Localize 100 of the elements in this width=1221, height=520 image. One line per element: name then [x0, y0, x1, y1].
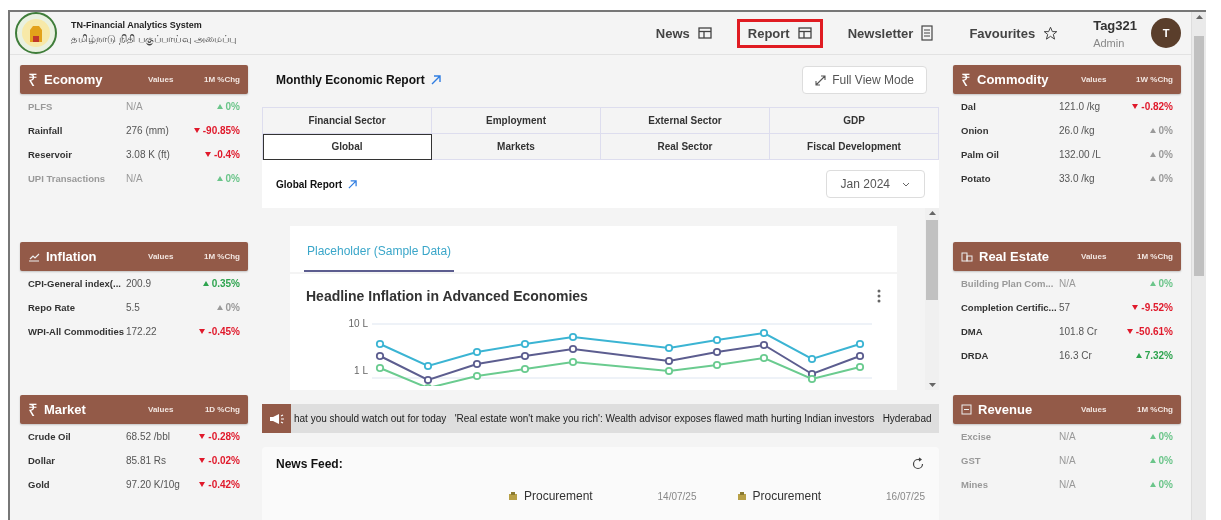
news-date: 14/07/25	[657, 490, 697, 502]
scroll-down-icon[interactable]	[928, 383, 936, 387]
percent-change: -0.82%	[1117, 100, 1173, 112]
page-scrollbar[interactable]	[1191, 12, 1206, 520]
percent-change: -90.85%	[184, 124, 240, 136]
scroll-up-icon[interactable]	[928, 211, 936, 215]
sector-tab[interactable]: Employment	[432, 108, 601, 134]
panel-title: Revenue	[978, 402, 1034, 417]
sector-tab[interactable]: Financial Sector	[263, 108, 432, 134]
axis-label: 1 L	[354, 365, 368, 376]
percent-change: 0%	[1117, 277, 1173, 289]
indicator-value: 101.8 Cr	[1059, 325, 1099, 337]
sector-tab[interactable]: Global	[263, 134, 432, 160]
indicator-value: N/A	[126, 100, 144, 112]
percent-change: 7.32%	[1117, 349, 1173, 361]
down-triangle-icon	[199, 481, 206, 487]
indicator-name: Dollar	[28, 454, 56, 466]
up-triangle-icon	[1135, 352, 1142, 358]
indicator-name: Dal	[961, 100, 977, 112]
sector-tab[interactable]: Real Sector	[601, 134, 770, 160]
external-link-icon[interactable]	[430, 75, 441, 85]
up-triangle-icon	[1149, 175, 1156, 181]
down-triangle-icon	[204, 151, 211, 157]
indicator-name: Repo Rate	[28, 301, 76, 313]
column-header: 1M %Chg	[1136, 252, 1173, 261]
news-category: Procurement	[524, 489, 593, 503]
indicator-name: Building Plan Com...	[961, 277, 1055, 289]
percent-change: -0.28%	[184, 430, 240, 442]
percent-change: -0.42%	[184, 478, 240, 490]
rupee-icon: ₹	[28, 398, 38, 421]
indicator-value: 26.0 /kg	[1059, 124, 1096, 136]
rupee-icon: ₹	[961, 68, 971, 91]
down-triangle-icon	[1132, 304, 1139, 310]
indicator-name: Palm Oil	[961, 148, 1000, 160]
nav-link[interactable]: Favourites	[958, 18, 1070, 48]
more-options-icon[interactable]	[877, 289, 881, 303]
refresh-icon[interactable]	[911, 457, 925, 471]
app-title: TN-Financial Analytics System	[71, 20, 203, 30]
report-subtitle: Global Report	[276, 178, 358, 190]
user-avatar[interactable]: T	[1151, 18, 1181, 48]
column-header: Values	[1081, 75, 1108, 84]
building-icon	[961, 251, 973, 262]
column-header: Values	[148, 252, 175, 261]
indicator-value: N/A	[126, 172, 144, 184]
indicator-name: Mines	[961, 478, 989, 490]
panel-title: Inflation	[46, 249, 98, 264]
panel-title: Market	[44, 402, 87, 417]
scroll-up-icon[interactable]	[1195, 15, 1203, 19]
indicator-value: 3.08 K (ft)	[126, 148, 171, 160]
sector-tab[interactable]: Fiscal Development	[770, 134, 939, 160]
sector-tab[interactable]: Markets	[432, 134, 601, 160]
document-icon	[921, 25, 934, 41]
nav-link[interactable]: News	[644, 18, 723, 48]
indicator-value: N/A	[1059, 454, 1077, 466]
column-header: 1M %Chg	[203, 252, 240, 261]
indicator-name: Onion	[961, 124, 990, 136]
percent-change: 0%	[1117, 478, 1173, 490]
down-triangle-icon	[1126, 328, 1133, 334]
rupee-icon: ₹	[28, 68, 38, 91]
indicator-name: Rainfall	[28, 124, 64, 136]
indicator-value: 16.3 Cr	[1059, 349, 1093, 361]
expand-icon	[815, 74, 827, 86]
indicator-name: Excise	[961, 430, 993, 442]
up-triangle-icon	[202, 280, 209, 286]
indicator-value: 172.22	[126, 325, 158, 337]
nav-link[interactable]: Report	[736, 18, 823, 48]
panel-title: Commodity	[977, 72, 1050, 87]
indicator-value: N/A	[1059, 478, 1077, 490]
indicator-value: 57	[1059, 301, 1072, 313]
up-triangle-icon	[1149, 481, 1156, 487]
column-header: Values	[1081, 252, 1108, 261]
column-header: 1M %Chg	[1136, 405, 1173, 414]
indicator-value: 200.9	[126, 277, 153, 289]
full-view-button[interactable]: Full View Mode	[802, 66, 927, 94]
percent-change: 0%	[184, 301, 240, 313]
up-triangle-icon	[216, 103, 223, 109]
up-triangle-icon	[216, 304, 223, 310]
sector-tab[interactable]: GDP	[770, 108, 939, 134]
indicator-name: PLFS	[28, 100, 54, 112]
percent-change: -0.45%	[184, 325, 240, 337]
percent-change: 0%	[1117, 454, 1173, 466]
external-link-icon[interactable]	[348, 179, 358, 189]
down-triangle-icon	[199, 433, 206, 439]
user-name: Tag321	[1093, 17, 1137, 33]
sector-tab[interactable]: External Sector	[601, 108, 770, 134]
down-triangle-icon	[199, 328, 206, 334]
down-triangle-icon	[199, 457, 206, 463]
indicator-name: DMA	[961, 325, 984, 337]
percent-change: 0%	[1117, 124, 1173, 136]
chevron-down-icon	[902, 181, 910, 187]
column-header: Values	[1081, 405, 1108, 414]
up-triangle-icon	[1149, 433, 1156, 439]
indicator-value: N/A	[1059, 277, 1077, 289]
news-date: 16/07/25	[886, 490, 925, 502]
megaphone-icon	[262, 404, 291, 433]
news-ticker: hat you should watch out for today 'Real estate won't make you rich': Wealth advisor exposes flawed math hurting Indian investors Hyderabad	[294, 413, 932, 424]
nav-link[interactable]: Newsletter	[836, 18, 945, 48]
scrollbar[interactable]	[925, 208, 939, 390]
month-dropdown[interactable]: Jan 2024	[825, 170, 925, 198]
indicator-name: DRDA	[961, 349, 990, 361]
